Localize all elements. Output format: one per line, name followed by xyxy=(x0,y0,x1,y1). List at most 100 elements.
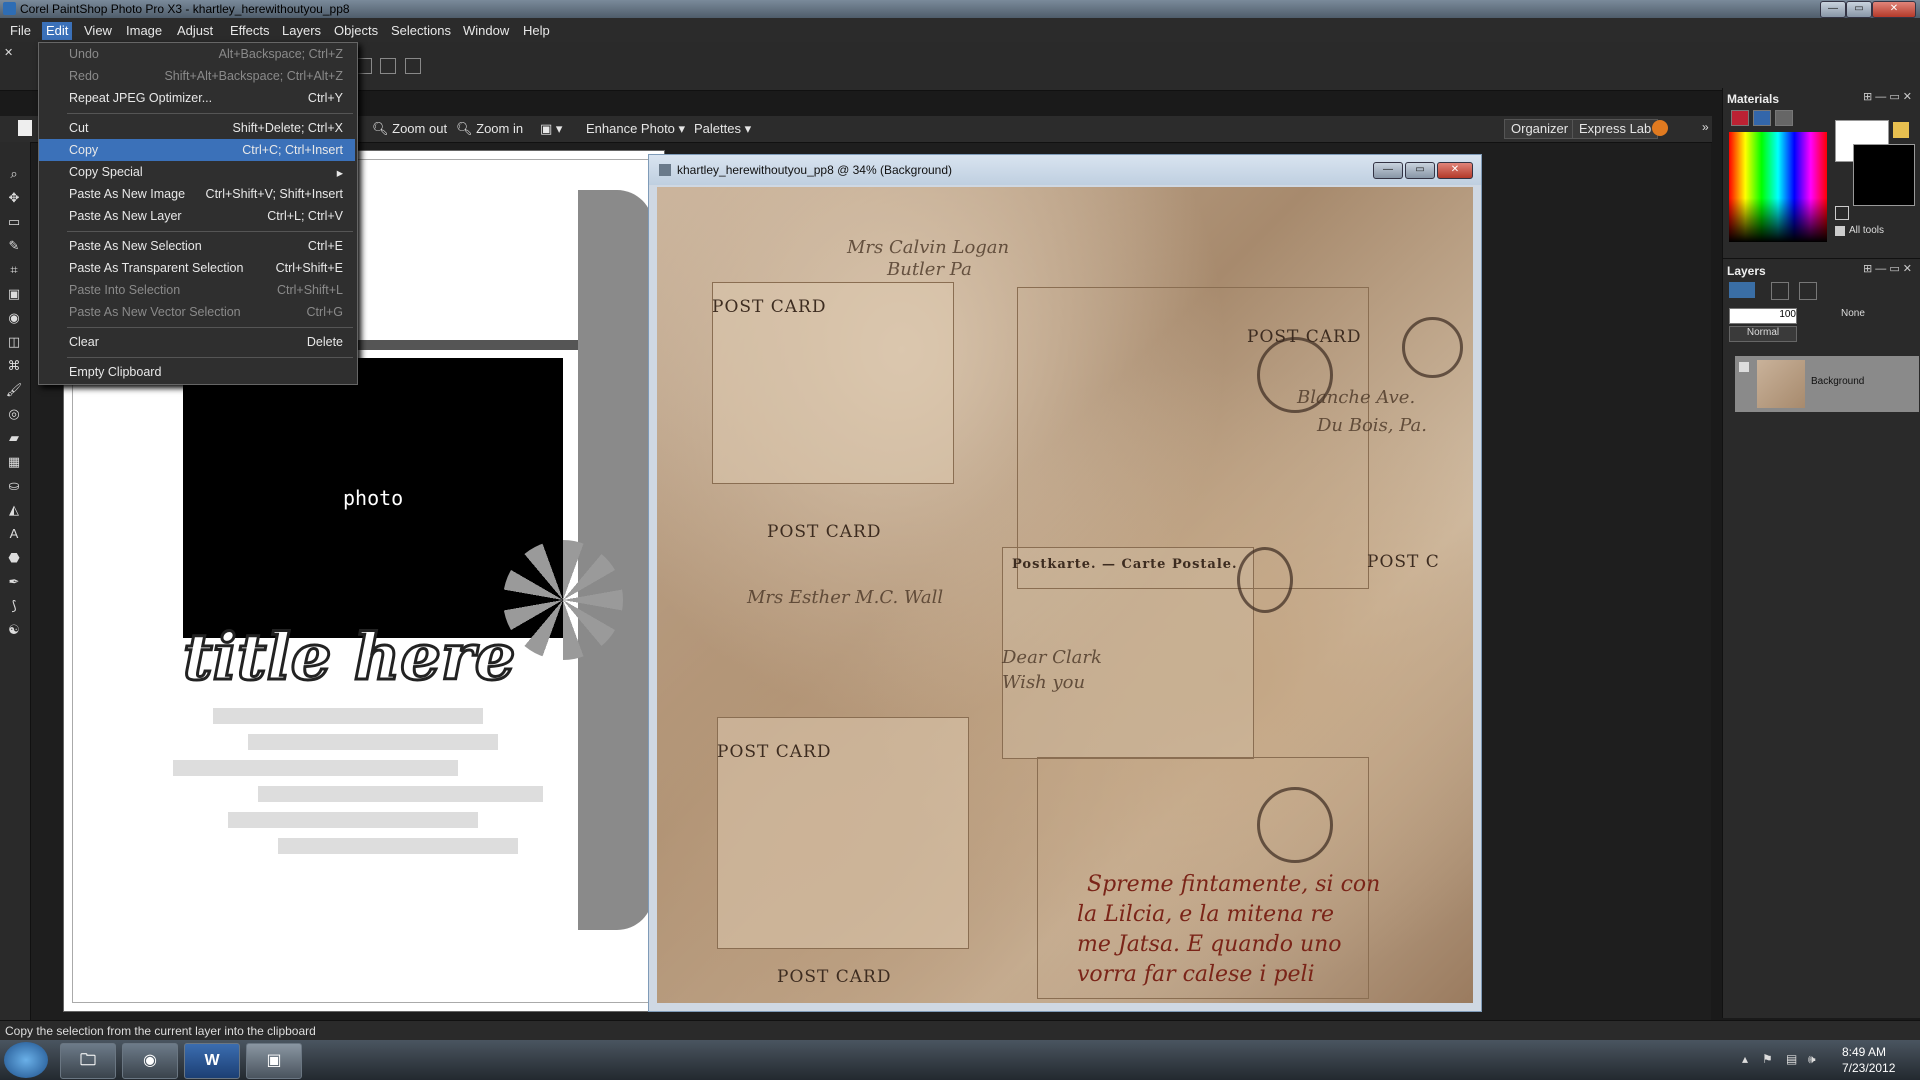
all-tools-checkbox[interactable] xyxy=(1835,226,1845,236)
corel-guide-icon[interactable] xyxy=(1652,120,1668,136)
red-eye-tool-icon[interactable]: ◉ xyxy=(4,310,24,328)
network-icon[interactable]: ▤ xyxy=(1786,1052,1797,1066)
frame-tab-icon[interactable] xyxy=(1731,110,1749,126)
menu-clear[interactable]: Clear Delete xyxy=(39,331,355,353)
window-icon[interactable] xyxy=(380,58,396,74)
expand-icon[interactable]: » xyxy=(1702,120,1709,134)
zoom-out-icon: 🔍︎ xyxy=(372,121,389,136)
doc-close-button[interactable]: ✕ xyxy=(1437,162,1473,179)
menu-adjust[interactable]: Adjust xyxy=(173,22,217,40)
doc-maximize-button[interactable]: ▭ xyxy=(1405,162,1435,179)
doc-minimize-button[interactable]: — xyxy=(1373,162,1403,179)
postmark-stamp xyxy=(1402,317,1463,378)
menu-paste-into-selection[interactable]: Paste Into Selection Ctrl+Shift+L xyxy=(39,279,355,301)
menu-undo[interactable]: Undo Alt+Backspace; Ctrl+Z xyxy=(39,43,355,65)
blend-mode-select[interactable]: Normal xyxy=(1729,326,1797,342)
zoom-in-button[interactable]: 🔍︎ Zoom in xyxy=(456,120,523,138)
crop-icon[interactable] xyxy=(356,58,372,74)
zoom-tool-icon[interactable]: ⌕ xyxy=(4,166,24,184)
volume-icon[interactable]: 🕪︎ xyxy=(1808,1052,1816,1067)
text-tool-icon[interactable]: A xyxy=(4,526,24,544)
ruler-tool-icon[interactable]: ◫ xyxy=(4,334,24,352)
chrome-task-icon[interactable]: ◉ xyxy=(122,1043,178,1079)
menu-window[interactable]: Window xyxy=(459,22,513,40)
view-options-icon[interactable]: ▣ ▾ xyxy=(540,120,562,138)
handwriting-text: Blanche Ave. xyxy=(1297,387,1416,408)
layer-properties-icon[interactable] xyxy=(1799,282,1817,300)
rainbow-tab-icon[interactable] xyxy=(1753,110,1771,126)
color-swatch[interactable] xyxy=(1893,122,1909,138)
explorer-task-icon[interactable]: 🗀︎ xyxy=(60,1043,116,1079)
menu-objects[interactable]: Objects xyxy=(330,22,382,40)
menu-copy[interactable]: Copy Ctrl+C; Ctrl+Insert xyxy=(39,139,355,161)
new-document-icon[interactable] xyxy=(18,120,32,136)
express-lab-button[interactable]: Express Lab xyxy=(1572,119,1659,139)
organizer-button[interactable]: Organizer xyxy=(1504,119,1576,139)
close-icon[interactable]: ✕ xyxy=(4,46,14,59)
pen-tool-icon[interactable]: ✒ xyxy=(4,574,24,592)
move-tool-icon[interactable]: ✥ xyxy=(4,190,24,208)
journal-line xyxy=(278,838,518,854)
straighten-tool-icon[interactable]: ▣ xyxy=(4,286,24,304)
menu-view[interactable]: View xyxy=(80,22,116,40)
menu-redo[interactable]: Redo Shift+Alt+Backspace; Ctrl+Alt+Z xyxy=(39,65,355,87)
photo-canvas[interactable]: POST CARD POST CARD POST CARD POST CARD … xyxy=(657,187,1473,1003)
menu-layers[interactable]: Layers xyxy=(278,22,325,40)
art-media-tool-icon[interactable]: ☯ xyxy=(4,622,24,640)
shape-tool-icon[interactable]: ⬣ xyxy=(4,550,24,568)
menu-paste-new-selection[interactable]: Paste As New Selection Ctrl+E xyxy=(39,235,355,257)
new-layer-icon[interactable] xyxy=(1729,282,1755,298)
journal-line xyxy=(213,708,483,724)
photo-document-titlebar[interactable]: khartley_herewithoutyou_pp8 @ 34% (Backg… xyxy=(649,155,1481,185)
photo-document-window[interactable]: khartley_herewithoutyou_pp8 @ 34% (Backg… xyxy=(648,154,1482,1012)
selection-tool-icon[interactable]: ▭ xyxy=(4,214,24,232)
flag-icon[interactable]: ⚑ xyxy=(1762,1052,1773,1066)
menu-repeat[interactable]: Repeat JPEG Optimizer... Ctrl+Y xyxy=(39,87,355,109)
menu-selections[interactable]: Selections xyxy=(387,22,455,40)
background-swatch[interactable] xyxy=(1853,144,1915,206)
crop-tool-icon[interactable]: ⌗ xyxy=(4,262,24,280)
layer-visibility-icon[interactable] xyxy=(1739,362,1749,372)
warp-tool-icon[interactable]: ⟆ xyxy=(4,598,24,616)
menu-cut[interactable]: Cut Shift+Delete; Ctrl+X xyxy=(39,117,355,139)
color-changer-tool-icon[interactable]: ◭ xyxy=(4,502,24,520)
maximize-button[interactable]: ▭ xyxy=(1846,1,1872,18)
zoom-out-button[interactable]: 🔍︎ Zoom out xyxy=(372,120,447,138)
flood-fill-tool-icon[interactable]: ⛀ xyxy=(4,478,24,496)
paint-brush-tool-icon[interactable]: 🖌︎ xyxy=(4,382,24,400)
red-handwriting-text: Spreme fintamente, si con xyxy=(1087,872,1381,897)
eraser-tool-icon[interactable]: ▰ xyxy=(4,430,24,448)
minimize-button[interactable]: — xyxy=(1820,1,1846,18)
tray-arrow-icon[interactable]: ▴ xyxy=(1742,1052,1748,1066)
menu-paste-transparent-selection[interactable]: Paste As Transparent Selection Ctrl+Shift… xyxy=(39,257,355,279)
paintshop-task-icon[interactable]: ▣ xyxy=(246,1043,302,1079)
dodge-tool-icon[interactable]: ◎ xyxy=(4,406,24,424)
word-task-icon[interactable]: W xyxy=(184,1043,240,1079)
layer-row-background[interactable]: Background xyxy=(1735,356,1919,412)
swatches-tab-icon[interactable] xyxy=(1775,110,1793,126)
close-button[interactable]: ✕ xyxy=(1872,1,1916,18)
palette-pin-icon[interactable]: ⊞ — ▭ ✕ xyxy=(1863,90,1912,103)
menu-copy-special[interactable]: Copy Special ▸ xyxy=(39,161,355,183)
menu-help[interactable]: Help xyxy=(519,22,554,40)
delete-layer-icon[interactable] xyxy=(1771,282,1789,300)
clone-tool-icon[interactable]: ⌘ xyxy=(4,358,24,376)
eyedropper-tool-icon[interactable]: ✎ xyxy=(4,238,24,256)
swap-colors-icon[interactable] xyxy=(1835,206,1849,220)
menu-paste-new-image[interactable]: Paste As New Image Ctrl+Shift+V; Shift+In… xyxy=(39,183,355,205)
menu-empty-clipboard[interactable]: Empty Clipboard xyxy=(39,361,355,383)
opacity-field[interactable]: 100 xyxy=(1729,308,1797,324)
menu-paste-vector-selection[interactable]: Paste As New Vector Selection Ctrl+G xyxy=(39,301,355,323)
palettes-button[interactable]: Palettes ▾ xyxy=(694,120,751,138)
picture-tube-tool-icon[interactable]: ▦ xyxy=(4,454,24,472)
frame-icon[interactable] xyxy=(405,58,421,74)
layers-pin-icon[interactable]: ⊞ — ▭ ✕ xyxy=(1863,262,1912,275)
menu-effects[interactable]: Effects xyxy=(226,22,274,40)
enhance-photo-button[interactable]: Enhance Photo ▾ xyxy=(586,120,685,138)
menu-image[interactable]: Image xyxy=(122,22,166,40)
start-button[interactable] xyxy=(4,1042,48,1078)
menu-paste-new-layer[interactable]: Paste As New Layer Ctrl+L; Ctrl+V xyxy=(39,205,355,227)
color-spectrum[interactable] xyxy=(1729,132,1827,242)
menu-file[interactable]: File xyxy=(6,22,35,40)
menu-edit[interactable]: Edit xyxy=(42,22,73,40)
